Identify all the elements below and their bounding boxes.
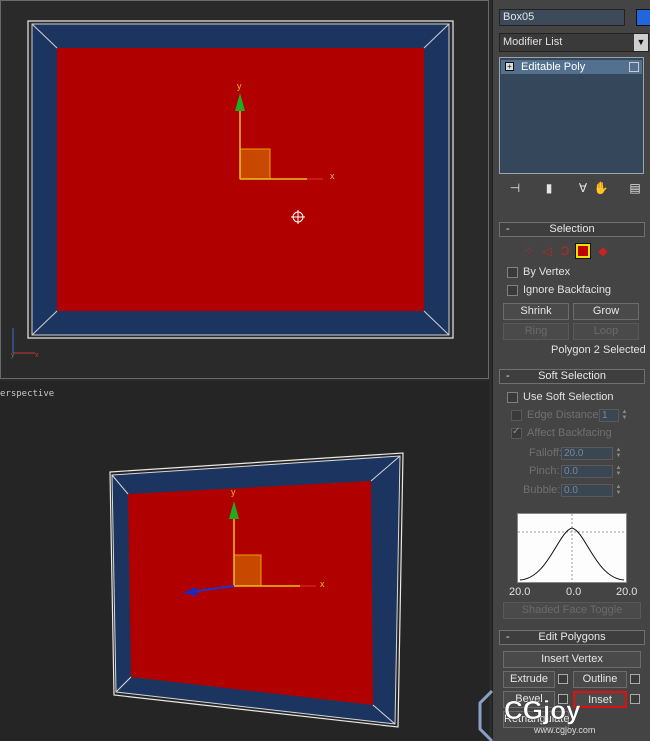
gizmo-y-label: y (237, 81, 242, 91)
stack-item-toggle[interactable] (629, 62, 639, 72)
ignore-backfacing-checkbox[interactable] (507, 285, 518, 296)
use-soft-selection-label: Use Soft Selection (523, 391, 614, 403)
remove-modifier-icon[interactable]: ✋ (593, 180, 609, 196)
outline-settings-icon[interactable] (630, 674, 640, 684)
pinch-spinner[interactable]: 0.0 (561, 465, 613, 478)
perspective-viewport[interactable]: erspective y x (0, 381, 489, 741)
collapse-icon: - (506, 370, 510, 382)
insert-vertex-button[interactable]: Insert Vertex (503, 651, 641, 668)
bubble-spinner[interactable]: 0.0 (561, 484, 613, 497)
shrink-button[interactable]: Shrink (503, 303, 569, 320)
vertex-mode-icon[interactable]: ⁘ (521, 243, 537, 259)
spinner-arrows-icon[interactable]: ▲ ▼ (615, 484, 622, 497)
by-vertex-label: By Vertex (523, 266, 571, 278)
element-mode-icon[interactable]: ◆ (595, 243, 611, 259)
border-mode-icon[interactable]: Ͻ (557, 243, 573, 259)
ring-button[interactable]: Ring (503, 323, 569, 340)
rollout-title: Edit Polygons (538, 631, 606, 643)
svg-text:CGjoy: CGjoy (504, 695, 581, 725)
loop-button[interactable]: Loop (573, 323, 639, 340)
selection-rollout: - Selection ⁘ ◁ Ͻ ◆ By Vertex Ignore Bac… (499, 222, 646, 362)
stack-item-editable-poly[interactable]: + Editable Poly (501, 60, 642, 74)
subobject-mode-bar: ⁘ ◁ Ͻ ◆ (521, 243, 631, 261)
top-viewport[interactable]: y x y x (0, 0, 489, 379)
edit-polygons-rollout-header[interactable]: - Edit Polygons (499, 630, 645, 645)
edge-mode-icon[interactable]: ◁ (539, 243, 555, 259)
svg-text:www.cgjoy.com: www.cgjoy.com (533, 725, 595, 735)
rollout-title: Selection (549, 223, 595, 235)
ignore-backfacing-label: Ignore Backfacing (523, 284, 612, 296)
stack-toolbar: ⊣ ▮ ∀ ✋ ▤ (499, 180, 649, 198)
soft-selection-rollout: - Soft Selection Use Soft Selection Edge… (499, 369, 645, 621)
grow-button[interactable]: Grow (573, 303, 639, 320)
spinner-arrows-icon[interactable]: ▲ ▼ (615, 465, 622, 478)
modifier-list-label: Modifier List (503, 36, 563, 48)
curve-left-label: 20.0 (509, 586, 531, 598)
make-unique-icon[interactable]: ∀ (575, 180, 591, 196)
gizmo-x-label: x (330, 171, 335, 181)
falloff-spinner[interactable]: 20.0 (561, 447, 613, 460)
polygon-mode-icon[interactable] (575, 243, 591, 259)
selection-status: Polygon 2 Selected (551, 344, 646, 356)
gizmo-x-label: x (320, 579, 325, 589)
show-end-result-icon[interactable]: ▮ (541, 180, 557, 196)
svg-text:x: x (35, 352, 39, 359)
gizmo-y-label: y (231, 487, 236, 497)
top-viewport-canvas[interactable]: y x y x (1, 1, 489, 379)
curve-right-label: 20.0 (616, 586, 638, 598)
spinner-arrows-icon[interactable]: ▲ ▼ (615, 447, 622, 460)
shaded-face-toggle-button[interactable]: Shaded Face Toggle (503, 602, 641, 619)
selection-rollout-header[interactable]: - Selection (499, 222, 645, 237)
falloff-curve (518, 514, 626, 582)
gizmo-plane (239, 148, 271, 180)
affect-backfacing-label: Affect Backfacing (527, 427, 612, 439)
edge-distance-spinner[interactable]: 1 (599, 409, 619, 422)
pin-stack-icon[interactable]: ⊣ (507, 180, 523, 196)
command-panel: Box05 Modifier List ▼ + Editable Poly ⊣ … (492, 0, 650, 741)
object-name-field[interactable]: Box05 (499, 9, 625, 26)
use-soft-selection-checkbox[interactable] (507, 392, 518, 403)
edge-distance-checkbox[interactable] (511, 410, 522, 421)
stack-item-label: Editable Poly (521, 61, 586, 73)
object-color-swatch[interactable] (636, 9, 650, 26)
collapse-icon: - (506, 631, 510, 643)
modifier-list-dropdown[interactable]: Modifier List ▼ (499, 33, 649, 52)
selected-polygon[interactable] (128, 481, 373, 705)
edge-distance-label: Edge Distance: (527, 409, 602, 421)
extrude-settings-icon[interactable] (558, 674, 568, 684)
curve-mid-label: 0.0 (566, 586, 582, 598)
falloff-label: Falloff: (529, 447, 562, 459)
configure-sets-icon[interactable]: ▤ (627, 180, 643, 196)
pinch-label: Pinch: (529, 465, 560, 477)
affect-backfacing-checkbox[interactable] (511, 426, 522, 439)
soft-selection-rollout-header[interactable]: - Soft Selection (499, 369, 645, 384)
collapse-icon: - (506, 223, 510, 235)
spinner-arrows-icon[interactable]: ▲ ▼ (621, 409, 628, 422)
bubble-label: Bubble: (523, 484, 561, 496)
perspective-viewport-canvas[interactable]: y x (0, 381, 489, 741)
watermark-logo: CGjoy www.cgjoy.com (474, 685, 650, 741)
modifier-stack[interactable]: + Editable Poly (499, 57, 644, 174)
rollout-title: Soft Selection (538, 370, 606, 382)
gizmo-plane (233, 554, 262, 587)
by-vertex-checkbox[interactable] (507, 267, 518, 278)
falloff-curve-graph (517, 513, 627, 583)
svg-text:y: y (11, 352, 15, 359)
chevron-down-icon[interactable]: ▼ (634, 34, 648, 51)
expand-plus-icon[interactable]: + (505, 62, 514, 71)
